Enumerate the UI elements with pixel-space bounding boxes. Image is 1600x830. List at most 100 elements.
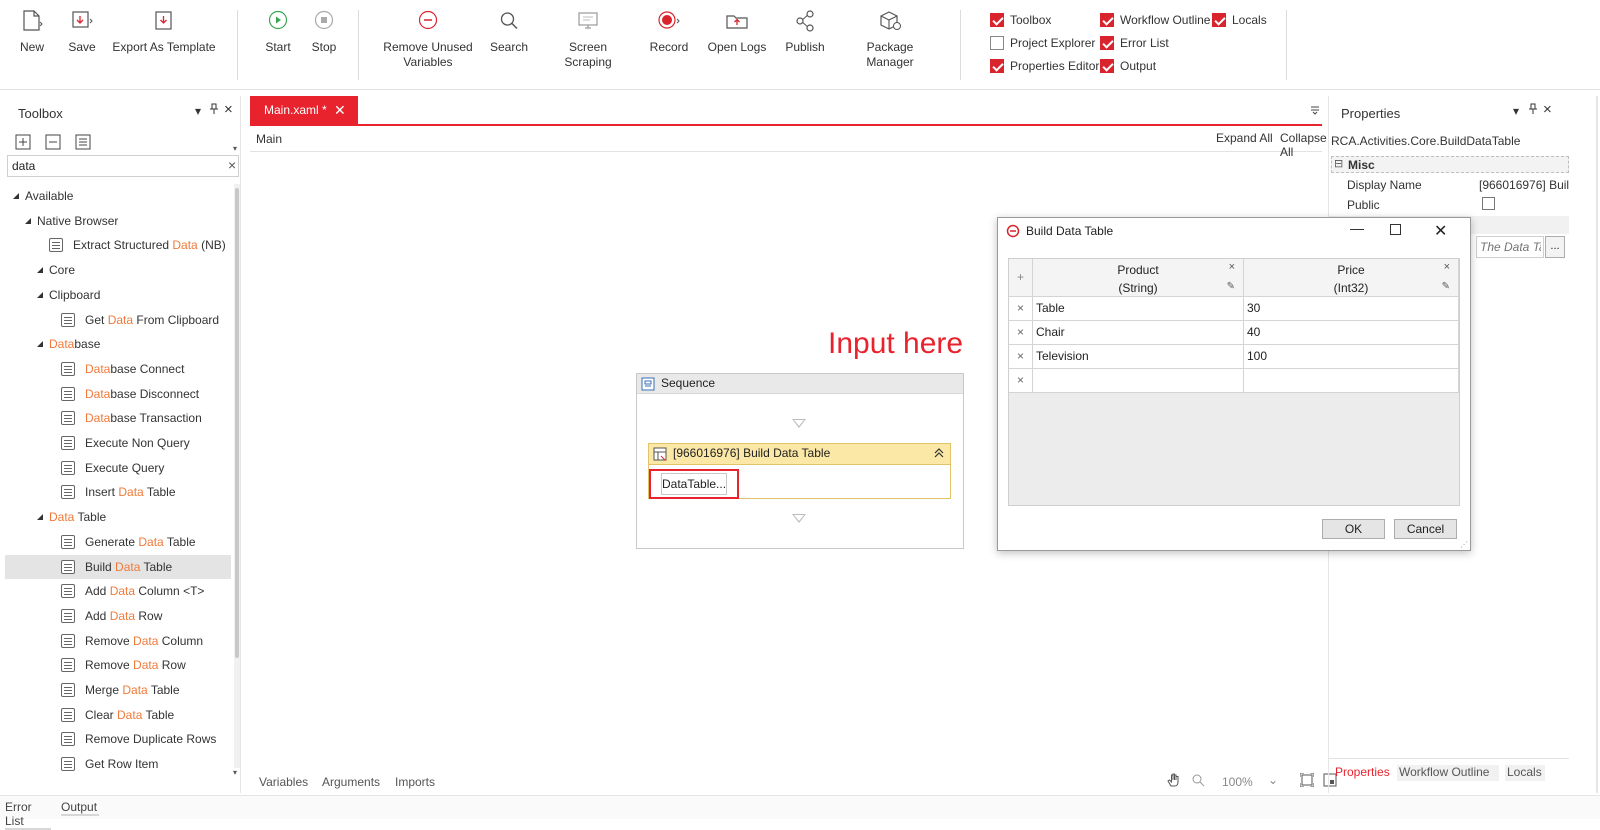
expand-triangle-icon[interactable] [37, 267, 43, 274]
arguments-tab[interactable]: Arguments [322, 775, 380, 789]
tree-item[interactable]: Database Disconnect [61, 382, 199, 406]
grid-cell[interactable]: Television [1033, 345, 1244, 369]
collapse-all-link[interactable]: Collapse All [1280, 131, 1327, 159]
collapse-category-icon[interactable]: ⊟ [1334, 157, 1343, 170]
grid-cell[interactable] [1033, 369, 1244, 393]
edit-column-icon[interactable]: ✎ [1442, 281, 1450, 292]
tree-item[interactable]: Insert Data Table [61, 480, 176, 504]
drop-target-icon[interactable] [792, 514, 806, 523]
tree-item[interactable]: Database Connect [61, 357, 184, 381]
error-list-checkbox[interactable]: Error List [1100, 35, 1169, 51]
error-list-tab[interactable]: Error List [5, 800, 51, 830]
grid-cell[interactable]: Chair [1033, 321, 1244, 345]
workflow-outline-checkbox[interactable]: Workflow Outline [1100, 12, 1210, 28]
tree-item[interactable]: Execute Non Query [61, 431, 190, 455]
tree-group[interactable]: Native Browser [25, 209, 118, 233]
datatable-property-input[interactable] [1477, 237, 1541, 257]
close-tab-icon[interactable]: ✕ [334, 96, 346, 124]
expand-triangle-icon[interactable] [37, 291, 43, 298]
close-dialog-icon[interactable]: ✕ [1434, 221, 1447, 241]
export-template-button[interactable]: Export As Template [112, 8, 216, 55]
tree-item[interactable]: Get Row Item [61, 752, 158, 776]
pin-icon[interactable] [1528, 103, 1538, 118]
grid-cell[interactable]: 100 [1244, 345, 1459, 369]
resize-grip-icon[interactable]: ⋰ [1460, 540, 1468, 549]
tree-item[interactable]: Execute Query [61, 456, 164, 480]
screen-scraping-button[interactable]: Screen Scraping [544, 8, 632, 70]
drop-target-icon[interactable] [792, 419, 806, 428]
expand-all-link[interactable]: Expand All [1216, 131, 1273, 145]
locals-checkbox[interactable]: Locals [1212, 12, 1267, 28]
ellipsis-button[interactable]: ... [1545, 236, 1565, 258]
panel-dropdown-icon[interactable]: ▾ [195, 104, 201, 118]
collapse-activity-icon[interactable] [933, 446, 945, 463]
hand-pan-icon[interactable] [1166, 772, 1182, 791]
close-icon[interactable]: × [224, 101, 233, 118]
zoom-dropdown-icon[interactable]: ⌄ [1268, 773, 1278, 787]
tree-item[interactable]: Remove Duplicate Rows [61, 727, 216, 751]
package-manager-button[interactable]: Package Manager [842, 8, 938, 70]
expand-triangle-icon[interactable] [25, 217, 31, 224]
remove-unused-variables-button[interactable]: Remove Unused Variables [382, 8, 474, 70]
add-column-icon[interactable]: + [1009, 259, 1033, 297]
misc-category[interactable]: ⊟ Misc [1331, 156, 1569, 173]
expand-all-icon[interactable] [15, 134, 33, 153]
tree-item[interactable]: Get Data From Clipboard [61, 308, 219, 332]
tree-group[interactable]: Available [13, 184, 73, 208]
open-logs-button[interactable]: Open Logs [706, 8, 768, 55]
grid-cell[interactable]: Table [1033, 297, 1244, 321]
workflow-outline-bottom-tab[interactable]: Workflow Outline [1397, 765, 1499, 781]
tree-item[interactable]: Extract Structured Data (NB) [49, 233, 226, 257]
expand-triangle-icon[interactable] [37, 514, 43, 521]
save-button[interactable]: Save [64, 8, 100, 55]
tree-group[interactable]: Database [37, 332, 100, 356]
grid-cell[interactable] [1244, 369, 1459, 393]
search-button[interactable]: Search [490, 8, 528, 55]
tree-item[interactable]: Database Transaction [61, 406, 202, 430]
breadcrumb[interactable]: Main [256, 132, 282, 146]
tree-group[interactable]: Clipboard [37, 283, 100, 307]
tree-item[interactable]: Generate Data Table [61, 530, 196, 554]
tree-item[interactable]: Remove Data Column [61, 629, 203, 653]
maximize-icon[interactable] [1390, 224, 1401, 238]
stop-button[interactable]: Stop [308, 8, 340, 55]
properties-editor-checkbox[interactable]: Properties Editor [990, 58, 1099, 74]
tab-main-xaml[interactable]: Main.xaml * ✕ [250, 96, 358, 124]
remove-column-icon[interactable]: × [1444, 261, 1450, 273]
column-header-price[interactable]: Price (Int32) × ✎ [1244, 259, 1459, 297]
remove-row-icon[interactable]: × [1009, 321, 1033, 345]
clear-search-icon[interactable]: × [228, 157, 236, 173]
panel-dropdown-icon[interactable]: ▾ [1513, 104, 1519, 118]
pin-icon[interactable] [209, 103, 219, 118]
display-name-value[interactable]: [966016976] Build [1479, 178, 1569, 192]
scroll-up-icon[interactable]: ▾ [233, 144, 237, 153]
publish-button[interactable]: Publish [784, 8, 826, 55]
scroll-down-icon[interactable]: ▾ [233, 768, 237, 777]
variables-tab[interactable]: Variables [259, 775, 308, 789]
close-icon[interactable]: × [1543, 101, 1552, 118]
list-view-icon[interactable] [75, 134, 93, 153]
tree-item[interactable]: Add Data Column <T> [61, 579, 204, 603]
remove-row-icon[interactable]: × [1009, 345, 1033, 369]
expand-triangle-icon[interactable] [37, 341, 43, 348]
build-data-table-activity[interactable]: [966016976] Build Data Table DataTable..… [648, 443, 951, 499]
public-checkbox[interactable] [1482, 197, 1495, 210]
grid-cell[interactable]: 30 [1244, 297, 1459, 321]
tree-item[interactable]: Merge Data Table [61, 678, 180, 702]
properties-bottom-tab[interactable]: Properties [1335, 765, 1390, 779]
output-tab[interactable]: Output [61, 800, 99, 816]
grid-cell[interactable]: 40 [1244, 321, 1459, 345]
tab-menu-icon[interactable] [1310, 104, 1320, 118]
ok-button[interactable]: OK [1322, 519, 1385, 539]
sequence-activity[interactable]: Sequence [966016976] Build Data Table Da… [636, 373, 964, 549]
remove-row-icon[interactable]: × [1009, 369, 1033, 393]
dialog-titlebar[interactable]: Build Data Table — ✕ [998, 218, 1470, 244]
new-button[interactable]: New [14, 8, 50, 55]
minimize-icon[interactable]: — [1350, 220, 1364, 236]
remove-column-icon[interactable]: × [1229, 261, 1235, 273]
data-table-grid[interactable]: + Product (String) × ✎ Price (Int32) × ✎… [1008, 258, 1460, 506]
toolbox-checkbox[interactable]: Toolbox [990, 12, 1051, 28]
edit-column-icon[interactable]: ✎ [1227, 281, 1235, 292]
tree-group[interactable]: Data Table [37, 505, 106, 529]
tree-item[interactable]: Remove Data Row [61, 653, 186, 677]
